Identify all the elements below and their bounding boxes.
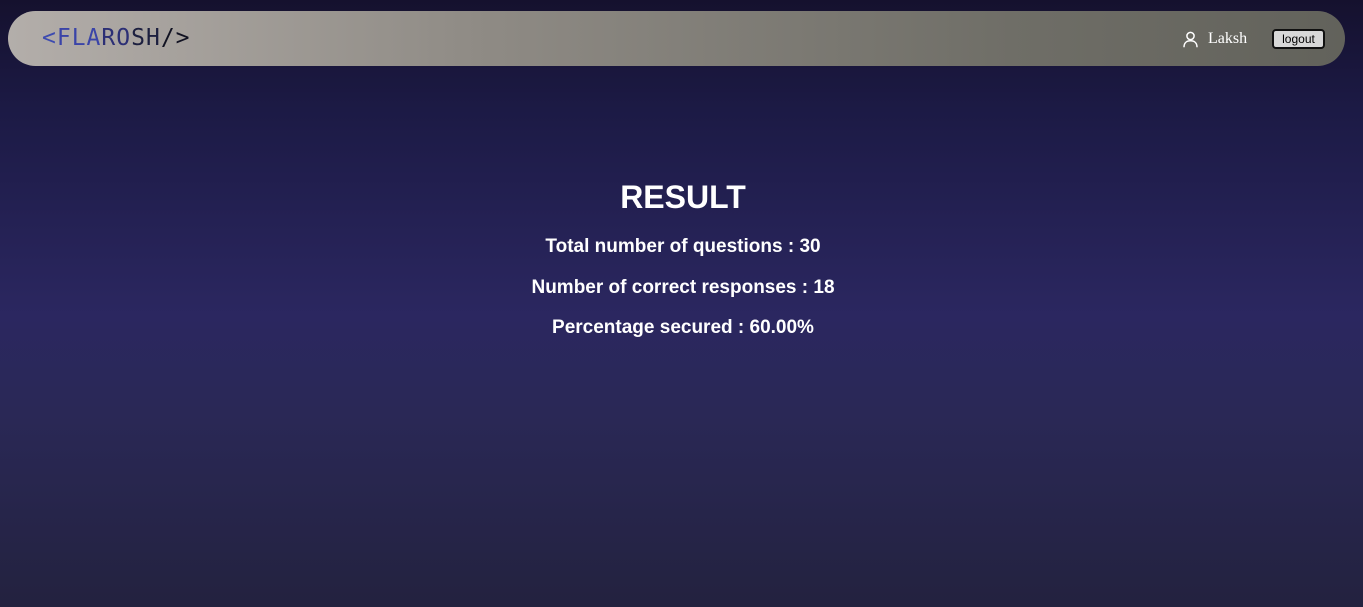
- result-title: RESULT: [620, 179, 746, 215]
- logo-open-bracket: <: [42, 25, 57, 51]
- navbar: <FLAROSH/> Laksh logout: [8, 11, 1345, 66]
- username: Laksh: [1208, 30, 1248, 47]
- total-questions-text: Total number of questions : 30: [545, 236, 821, 257]
- logo-text-part3: SH: [131, 25, 161, 51]
- result-section: RESULT Total number of questions : 30 Nu…: [0, 178, 1363, 339]
- logout-button[interactable]: logout: [1272, 29, 1325, 49]
- logo[interactable]: <FLAROSH/>: [42, 23, 191, 53]
- logo-text-part1: FLA: [56, 25, 102, 51]
- logo-close-bracket: />: [160, 25, 191, 51]
- percentage-text: Percentage secured : 60.00%: [552, 317, 814, 338]
- user-icon: [1183, 31, 1198, 48]
- user-info: Laksh: [1183, 29, 1247, 49]
- logo-text-part2: RO: [101, 25, 132, 51]
- correct-responses-text: Number of correct responses : 18: [531, 277, 835, 298]
